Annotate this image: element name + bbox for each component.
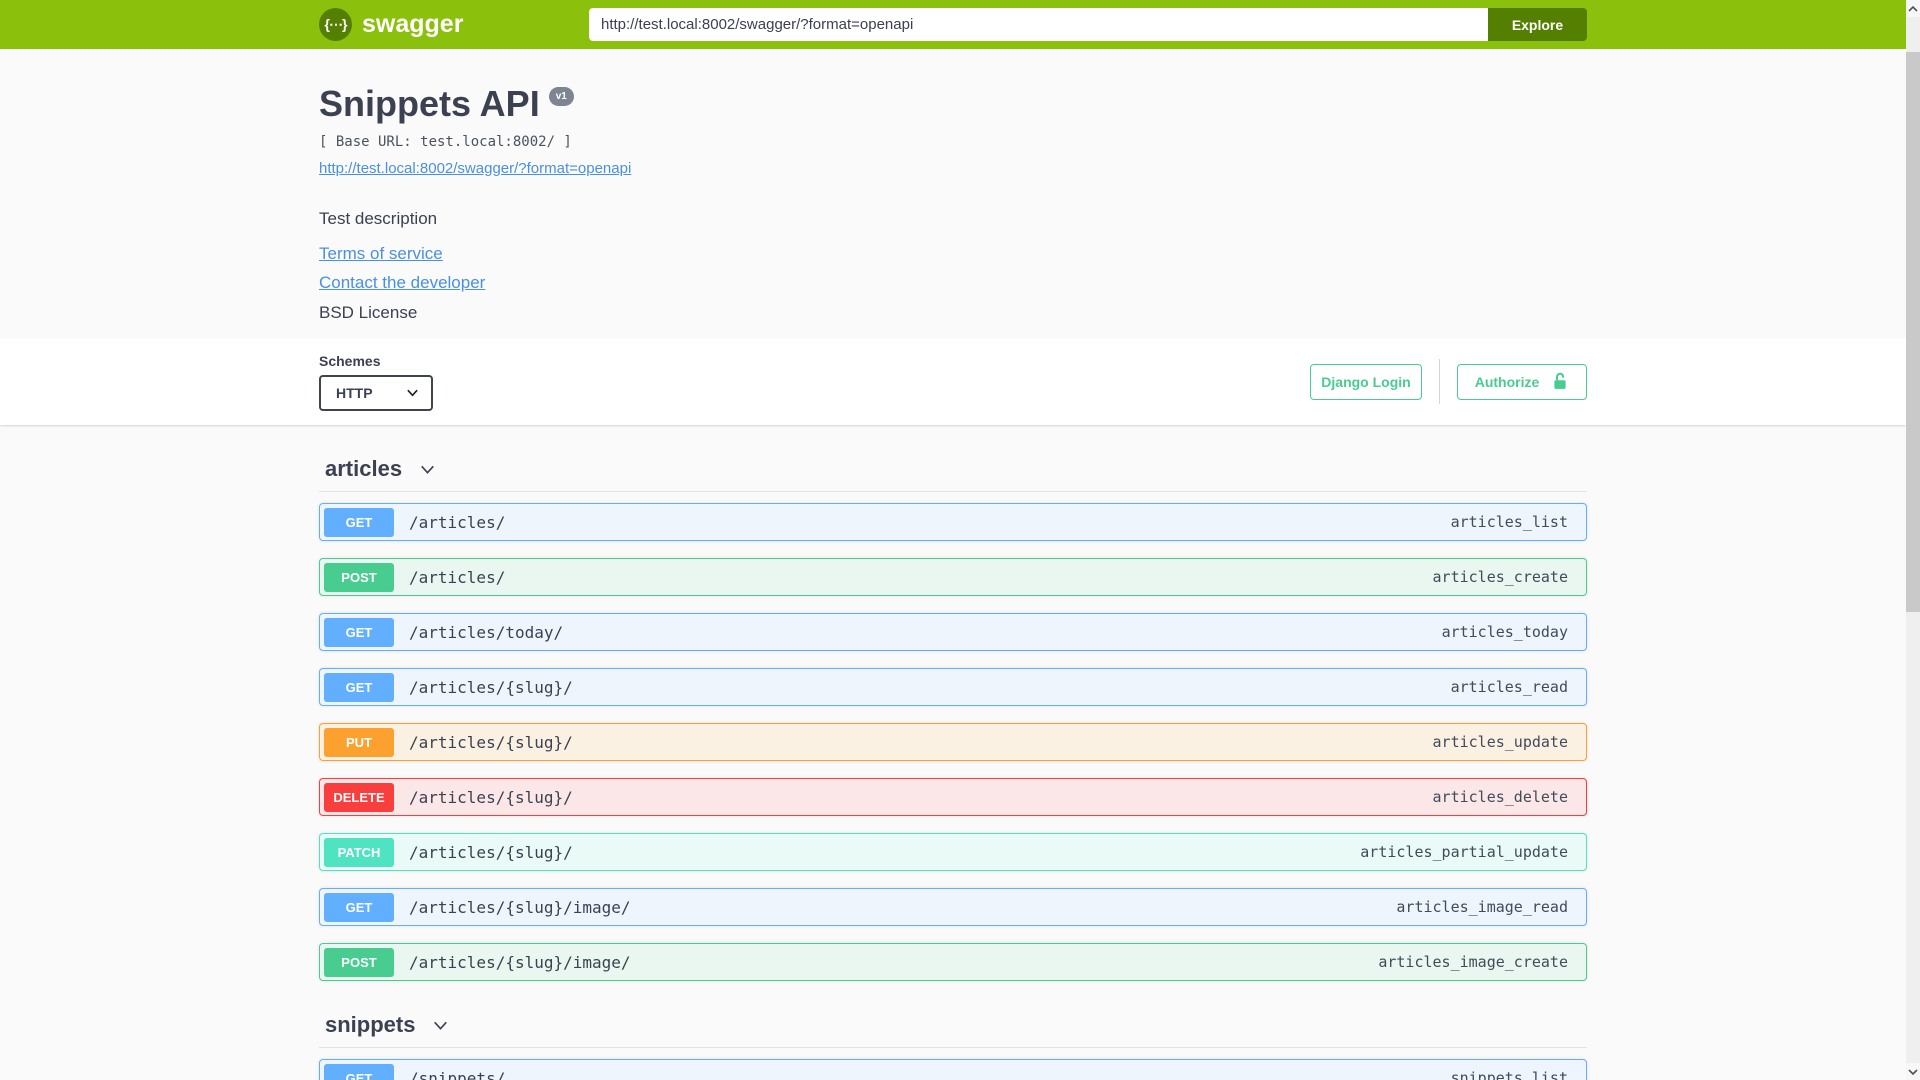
api-description: Test description: [319, 208, 438, 228]
op-path: /articles/{slug}/: [409, 732, 573, 752]
op-section-articles: articles GET /articles/ articles_list PO…: [319, 455, 1587, 981]
scroll-down-button[interactable]: [1906, 1063, 1920, 1080]
schemes-label: Schemes: [319, 352, 381, 369]
op-row[interactable]: GET /snippets/ snippets_list: [319, 1059, 1587, 1080]
op-id: articles_image_create: [1378, 953, 1568, 971]
section-divider: [319, 1047, 1587, 1048]
method-badge: DELETE: [324, 782, 394, 812]
swagger-page: {⋯} swagger Explore Snippets API v1 [ Ba…: [0, 0, 1906, 1080]
op-row[interactable]: POST /articles/ articles_create: [319, 558, 1587, 596]
section-header[interactable]: snippets: [319, 1011, 1587, 1039]
auth-divider: [1439, 359, 1440, 404]
op-path: /snippets/: [409, 1068, 506, 1080]
method-badge: GET: [324, 507, 394, 537]
topbar: {⋯} swagger Explore: [0, 0, 1906, 49]
chevron-down-icon: [430, 1015, 451, 1036]
operations-sections: articles GET /articles/ articles_list PO…: [319, 425, 1587, 1080]
op-id: articles_image_read: [1396, 898, 1568, 916]
method-badge: GET: [324, 1063, 394, 1080]
method-badge: PUT: [324, 727, 394, 757]
swagger-logo: {⋯} swagger: [319, 8, 463, 41]
brand-title: swagger: [362, 10, 464, 38]
swagger-logo-icon: {⋯}: [319, 8, 352, 41]
chevron-down-icon: [406, 386, 419, 399]
base-url-text: [ Base URL: test.local:8002/ ]: [319, 133, 572, 150]
op-row[interactable]: PUT /articles/{slug}/ articles_update: [319, 723, 1587, 761]
scroll-up-button[interactable]: [1906, 0, 1920, 17]
op-row[interactable]: GET /articles/{slug}/ articles_read: [319, 668, 1587, 706]
op-path: /articles/: [409, 567, 506, 587]
op-row[interactable]: GET /articles/today/ articles_today: [319, 613, 1587, 651]
op-id: articles_today: [1441, 623, 1568, 641]
op-section-snippets: snippets GET /snippets/ snippets_list: [319, 1011, 1587, 1080]
scheme-selected-value: HTTP: [336, 384, 373, 401]
method-badge: POST: [324, 947, 394, 977]
op-id: articles_read: [1450, 678, 1568, 696]
op-list: GET /articles/ articles_list POST /artic…: [319, 503, 1587, 981]
authorize-button-label: Authorize: [1474, 373, 1540, 390]
chevron-down-icon: [417, 459, 438, 480]
section-title-text: snippets: [325, 1012, 416, 1037]
op-row[interactable]: GET /articles/ articles_list: [319, 503, 1587, 541]
op-path: /articles/{slug}/: [409, 677, 573, 697]
op-id: articles_update: [1432, 733, 1568, 751]
op-id: articles_delete: [1432, 788, 1568, 806]
method-badge: PATCH: [324, 837, 394, 867]
op-row[interactable]: PATCH /articles/{slug}/ articles_partial…: [319, 833, 1587, 871]
op-path: /articles/{slug}/image/: [409, 897, 631, 917]
api-info: Snippets API v1 [ Base URL: test.local:8…: [0, 49, 1906, 338]
op-row[interactable]: DELETE /articles/{slug}/ articles_delete: [319, 778, 1587, 816]
op-id: articles_partial_update: [1360, 843, 1568, 861]
op-path: /articles/{slug}/image/: [409, 952, 631, 972]
op-path: /articles/{slug}/: [409, 842, 573, 862]
section-title-text: articles: [325, 456, 403, 481]
page-title: Snippets API: [319, 83, 540, 124]
auth-group: Django Login Authorize: [1310, 359, 1587, 404]
schemes-group: Schemes HTTP: [319, 353, 433, 411]
authorize-button[interactable]: Authorize: [1457, 363, 1587, 400]
op-id: snippets_list: [1450, 1069, 1568, 1080]
method-badge: POST: [324, 562, 394, 592]
op-id: articles_list: [1450, 513, 1568, 531]
contact-developer-link[interactable]: Contact the developer: [319, 273, 485, 293]
url-input[interactable]: [589, 8, 1488, 41]
method-badge: GET: [324, 672, 394, 702]
version-badge: v1: [548, 87, 574, 106]
explore-button[interactable]: Explore: [1488, 8, 1587, 41]
scrollbar-track[interactable]: [1906, 0, 1920, 1080]
op-row[interactable]: POST /articles/{slug}/image/ articles_im…: [319, 943, 1587, 981]
license-text: BSD License: [319, 302, 418, 322]
method-badge: GET: [324, 892, 394, 922]
scroll-thumb[interactable]: [1906, 52, 1920, 612]
terms-of-service-link[interactable]: Terms of service: [319, 244, 443, 264]
section-divider: [319, 491, 1587, 492]
op-path: /articles/{slug}/: [409, 787, 573, 807]
op-list: GET /snippets/ snippets_list: [319, 1059, 1587, 1080]
op-row[interactable]: GET /articles/{slug}/image/ articles_ima…: [319, 888, 1587, 926]
django-login-button[interactable]: Django Login: [1310, 363, 1422, 400]
op-path: /articles/: [409, 512, 506, 532]
method-badge: GET: [324, 617, 394, 647]
spec-link[interactable]: http://test.local:8002/swagger/?format=o…: [319, 160, 631, 177]
unlock-icon: [1551, 372, 1569, 391]
op-path: /articles/today/: [409, 622, 564, 642]
scheme-select[interactable]: HTTP: [319, 374, 433, 411]
explore-form: Explore: [589, 8, 1587, 41]
section-header[interactable]: articles: [319, 455, 1587, 483]
op-id: articles_create: [1432, 568, 1568, 586]
scheme-container: Schemes HTTP Django Login Authorize: [0, 338, 1906, 425]
